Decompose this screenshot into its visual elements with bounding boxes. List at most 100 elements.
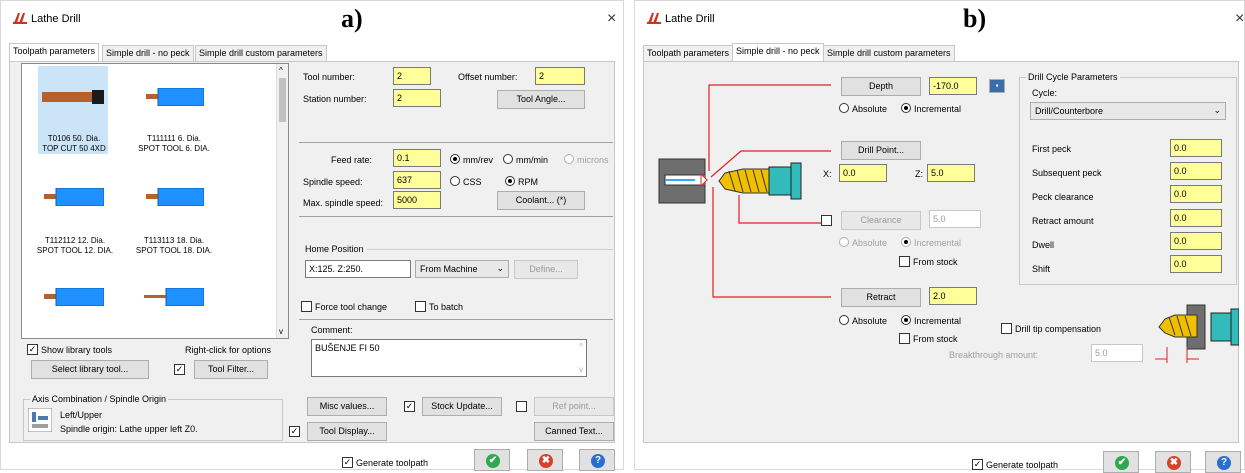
retract-incremental-radio[interactable] — [901, 315, 911, 325]
first-peck-input[interactable]: 0.0 — [1170, 139, 1222, 157]
drill-tip-compensation-label: Drill tip compensation — [1015, 324, 1102, 334]
tab-simple-drill[interactable]: Simple drill - no peck — [102, 45, 194, 61]
depth-absolute-radio[interactable] — [839, 103, 849, 113]
depth-incremental-radio[interactable] — [901, 103, 911, 113]
tool-display-button[interactable]: Tool Display... — [307, 422, 387, 441]
retract-absolute-radio[interactable] — [839, 315, 849, 325]
generate-toolpath-checkbox[interactable]: ✓ — [972, 459, 983, 470]
show-library-tools-checkbox[interactable]: ✓ — [27, 344, 38, 355]
home-position-input[interactable]: X:125. Z:250. — [305, 260, 411, 278]
canned-text-button[interactable]: Canned Text... — [534, 422, 614, 441]
from-machine-select[interactable]: From Machine ⌄ — [415, 260, 509, 278]
depth-input[interactable]: -170.0 — [929, 77, 977, 95]
x-label: X: — [823, 169, 832, 179]
max-spindle-label: Max. spindle speed: — [303, 198, 384, 208]
generate-toolpath-label: Generate toolpath — [986, 460, 1059, 470]
ref-point-checkbox[interactable] — [516, 401, 527, 412]
close-icon[interactable]: × — [1235, 10, 1244, 28]
calculator-icon[interactable]: ▪ — [989, 79, 1005, 93]
cycle-label: Cycle: — [1032, 88, 1058, 98]
shift-input[interactable]: 0.0 — [1170, 255, 1222, 273]
tool-filter-button[interactable]: Tool Filter... — [194, 360, 268, 379]
chevron-down-icon[interactable]: v — [579, 365, 583, 374]
dialog-b: Lathe Drill b) × Toolpath parameters Sim… — [634, 0, 1245, 473]
depth-button[interactable]: Depth — [841, 77, 921, 96]
clearance-checkbox[interactable] — [821, 215, 832, 226]
generate-toolpath-checkbox[interactable]: ✓ — [342, 457, 353, 468]
tool-angle-button[interactable]: Tool Angle... — [497, 90, 585, 109]
offset-number-label: Offset number: — [458, 72, 518, 82]
stock-update-checkbox[interactable]: ✓ — [404, 401, 415, 412]
rpm-radio[interactable] — [505, 176, 515, 186]
chevron-up-icon[interactable]: ^ — [279, 66, 283, 75]
retract-input[interactable]: 2.0 — [929, 287, 977, 305]
max-spindle-input[interactable]: 5000 — [393, 191, 441, 209]
to-batch-checkbox[interactable] — [415, 301, 426, 312]
station-number-input[interactable]: 2 — [393, 89, 441, 107]
tool-number-input[interactable]: 2 — [393, 67, 431, 85]
tab-toolpath-parameters[interactable]: Toolpath parameters — [9, 43, 100, 61]
clearance-from-stock-checkbox[interactable] — [899, 256, 910, 267]
dialog-a: Lathe Drill a) × Toolpath parameters Sim… — [0, 0, 624, 471]
force-tool-change-label: Force tool change — [315, 302, 388, 312]
incremental-label: Incremental — [914, 238, 962, 248]
tab-simple-drill[interactable]: Simple drill - no peck — [732, 43, 824, 61]
tool-caption: T112112 12. Dia. SPOT TOOL 12. DIA. — [36, 236, 114, 255]
close-icon[interactable]: × — [607, 10, 616, 28]
mm-min-radio[interactable] — [503, 154, 513, 164]
css-radio[interactable] — [450, 176, 460, 186]
tool-list-scrollbar[interactable]: ^ v — [276, 64, 288, 338]
misc-values-button[interactable]: Misc values... — [307, 397, 387, 416]
drill-point-button[interactable]: Drill Point... — [841, 141, 921, 160]
window-title: Lathe Drill — [31, 13, 81, 25]
subsequent-peck-input[interactable]: 0.0 — [1170, 162, 1222, 180]
tool-display-checkbox[interactable]: ✓ — [289, 426, 300, 437]
incremental-label: Incremental — [914, 104, 962, 114]
feed-rate-input[interactable]: 0.1 — [393, 149, 441, 167]
z-input[interactable]: 5.0 — [927, 164, 975, 182]
comment-label: Comment: — [311, 325, 353, 335]
comment-textarea[interactable]: BUŠENJE FI 50 ^ v — [311, 339, 587, 377]
spindle-speed-input[interactable]: 637 — [393, 171, 441, 189]
cancel-button[interactable]: ✖ — [527, 449, 563, 471]
offset-number-input[interactable]: 2 — [535, 67, 585, 85]
mm-rev-radio[interactable] — [450, 154, 460, 164]
tab-toolpath-parameters[interactable]: Toolpath parameters — [643, 45, 734, 61]
tab-custom-parameters[interactable]: Simple drill custom parameters — [195, 45, 327, 61]
axis-origin-icon[interactable] — [28, 408, 52, 432]
feed-rate-label: Feed rate: — [331, 155, 373, 165]
cycle-select[interactable]: Drill/Counterbore ⌄ — [1030, 102, 1226, 120]
retract-amount-input[interactable]: 0.0 — [1170, 209, 1222, 227]
tab-custom-parameters[interactable]: Simple drill custom parameters — [823, 45, 955, 61]
select-library-tool-button[interactable]: Select library tool... — [31, 360, 149, 379]
coolant-button[interactable]: Coolant... (*) — [497, 191, 585, 210]
retract-button[interactable]: Retract — [841, 288, 921, 307]
force-tool-change-checkbox[interactable] — [301, 301, 312, 312]
from-stock-label: From stock — [913, 334, 958, 344]
tool-caption: T0106 50. Dia. TOP CUT 50 4XD — [42, 134, 106, 153]
ok-button[interactable]: ✔ — [474, 449, 510, 471]
tool-list[interactable]: T0106 50. Dia. TOP CUT 50 4XD T111111 6. … — [21, 63, 289, 339]
breakthrough-input[interactable]: 5.0 — [1091, 344, 1143, 362]
stock-update-button[interactable]: Stock Update... — [422, 397, 502, 416]
retract-from-stock-checkbox[interactable] — [899, 333, 910, 344]
scroll-thumb[interactable] — [279, 78, 286, 122]
center-drill-icon — [144, 288, 204, 306]
help-button[interactable]: ? — [579, 449, 615, 471]
chevron-up-icon[interactable]: ^ — [579, 342, 583, 351]
x-input[interactable]: 0.0 — [839, 164, 887, 182]
help-icon: ? — [1217, 456, 1231, 470]
define-button[interactable]: Define... — [514, 260, 578, 279]
spot-tool-icon — [146, 88, 204, 106]
peck-clearance-input[interactable]: 0.0 — [1170, 185, 1222, 203]
tool-filter-checkbox[interactable]: ✓ — [174, 364, 185, 375]
tool-caption: T111111 6. Dia. SPOT TOOL 6. DIA. — [138, 134, 210, 153]
clearance-input[interactable]: 5.0 — [929, 210, 981, 228]
ref-point-button[interactable]: Ref point... — [534, 397, 614, 416]
drill-tip-compensation-checkbox[interactable] — [1001, 323, 1012, 334]
titlebar-b: Lathe Drill b) × — [635, 1, 1244, 35]
clearance-button[interactable]: Clearance — [841, 211, 921, 230]
dwell-input[interactable]: 0.0 — [1170, 232, 1222, 250]
drill-cycle-parameters-label: Drill Cycle Parameters — [1026, 72, 1120, 82]
chevron-down-icon[interactable]: v — [279, 327, 283, 336]
